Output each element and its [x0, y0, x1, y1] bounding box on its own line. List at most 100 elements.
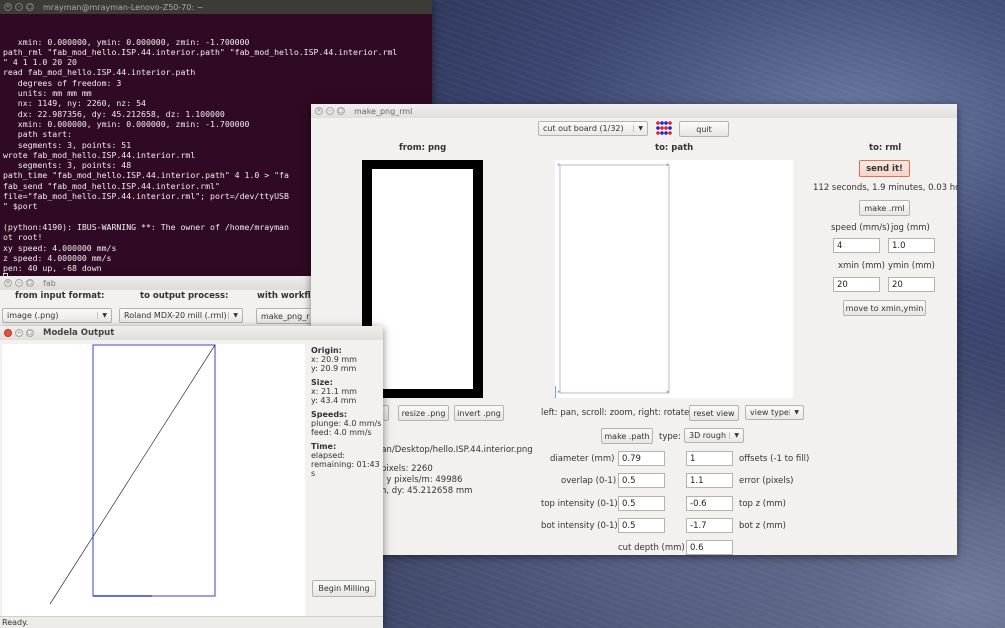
maximize-icon[interactable]: □ [26, 329, 34, 337]
speed-label: speed (mm/s) [831, 223, 890, 233]
png-file-path: man/Desktop/hello.ISP.44.interior.png [373, 445, 533, 455]
path-preview[interactable]: * * * * [554, 160, 793, 398]
svg-text:*: * [557, 162, 561, 170]
make-png-rml-window: × – □ make_png_rml cut out board (1/32) ▼… [311, 104, 957, 555]
close-icon[interactable]: × [315, 107, 323, 115]
reset-view-button[interactable]: reset view [689, 405, 739, 421]
maximize-icon[interactable]: □ [26, 279, 34, 287]
begin-milling-button[interactable]: Begin Milling [312, 580, 376, 597]
svg-text:*: * [666, 389, 670, 397]
view-type-select[interactable]: view type ▼ [745, 405, 804, 420]
error-label: error (pixels) [739, 476, 794, 486]
terminal-line: path_rml "fab_mod_hello.ISP.44.interior.… [3, 46, 398, 57]
terminal-line: degrees of freedom: 3 [3, 77, 122, 88]
move-to-xmin-ymin-button[interactable]: move to xmin,ymin [843, 300, 926, 316]
speed-input[interactable]: 4 [833, 238, 880, 253]
modela-titlebar: – □ Modela Output [0, 326, 383, 340]
xmin-label: xmin (mm) [838, 261, 885, 271]
to-path-label: to: path [655, 143, 694, 153]
png-pixels-info: pixels: 2260 [381, 464, 433, 474]
offsets-input[interactable]: 1 [686, 451, 733, 466]
send-it-button[interactable]: send it! [859, 160, 910, 177]
quit-button[interactable]: quit [679, 121, 729, 137]
size-y: y: 43.4 mm [311, 396, 357, 405]
png-dims-info: n, dy: 45.212658 mm [381, 486, 473, 496]
origin-heading: Origin: [311, 346, 342, 355]
speeds-heading: Speeds: [311, 410, 348, 419]
minimize-icon[interactable]: – [15, 3, 23, 11]
status-bar: Ready. [0, 616, 383, 628]
top-intensity-input[interactable]: 0.5 [618, 496, 665, 511]
overlap-label: overlap (0-1) [561, 476, 617, 486]
origin-y: y: 20.9 mm [311, 364, 357, 373]
top-z-input[interactable]: -0.6 [686, 496, 733, 511]
overlap-input[interactable]: 0.5 [618, 473, 665, 488]
dropdown-arrow-icon: ▼ [97, 312, 107, 319]
dropdown-arrow-icon: ▼ [228, 312, 238, 319]
terminal-titlebar: × – □ mrayman@mrayman-Lenovo-Z50-70: ~ [0, 0, 432, 14]
resize-png-button[interactable]: resize .png [398, 405, 449, 421]
diameter-input[interactable]: 0.79 [618, 451, 665, 466]
invert-png-button[interactable]: invert .png [454, 405, 504, 421]
diameter-label: diameter (mm) [550, 454, 615, 464]
board-select-value: cut out board (1/32) [543, 124, 624, 133]
remaining-time: remaining: 01:43 s [311, 460, 380, 478]
path-type-select[interactable]: 3D rough ▼ [684, 428, 744, 443]
ymin-input[interactable]: 20 [888, 277, 935, 292]
bot-intensity-input[interactable]: 0.5 [618, 518, 665, 533]
mpr-title: make_png_rml [354, 106, 413, 116]
dropdown-arrow-icon: ▼ [729, 432, 739, 439]
from-png-label: from: png [399, 143, 447, 153]
terminal-line: xmin: 0.000000, ymin: 0.000000, zmin: -1… [3, 36, 250, 47]
xmin-input[interactable]: 20 [833, 277, 880, 292]
terminal-title: mrayman@mrayman-Lenovo-Z50-70: ~ [43, 2, 204, 12]
toolpath-canvas[interactable] [2, 344, 305, 622]
close-icon[interactable] [4, 329, 12, 337]
bot-intensity-label: bot intensity (0-1) [541, 521, 618, 531]
input-format-label: from input format: [15, 291, 105, 301]
jog-input[interactable]: 1.0 [888, 238, 935, 253]
offsets-label: offsets (-1 to fill) [739, 454, 810, 464]
top-intensity-label: top intensity (0-1) [541, 499, 618, 509]
input-format-select[interactable]: image (.png) ▼ [2, 308, 112, 323]
svg-text:*: * [666, 162, 670, 170]
minimize-icon[interactable]: – [15, 279, 23, 287]
dropdown-arrow-icon: ▼ [633, 125, 643, 132]
time-estimate: 112 seconds, 1.9 minutes, 0.03 hours [813, 183, 957, 193]
to-rml-label: to: rml [869, 143, 902, 153]
mpr-titlebar: × – □ make_png_rml [311, 104, 957, 118]
grid-dots-icon[interactable] [656, 121, 672, 135]
maximize-icon[interactable]: □ [26, 3, 34, 11]
minimize-icon[interactable]: – [326, 107, 334, 115]
make-path-button[interactable]: make .path [601, 428, 653, 444]
navigation-hint: left: pan, scroll: zoom, right: rotate [541, 408, 690, 418]
output-process-select[interactable]: Roland MDX-20 mill (.rml) ▼ [119, 308, 243, 323]
output-process-label: to output process: [140, 291, 229, 301]
size-heading: Size: [311, 378, 333, 387]
plunge-speed: plunge: 4.0 mm/s [311, 419, 382, 428]
bot-z-input[interactable]: -1.7 [686, 518, 733, 533]
fab-titlebar: × – □ fab [0, 276, 330, 290]
make-rml-button[interactable]: make .rml [859, 200, 910, 216]
cut-depth-input[interactable]: 0.6 [686, 540, 733, 555]
error-input[interactable]: 1.1 [686, 473, 733, 488]
dropdown-arrow-icon: ▼ [789, 409, 799, 416]
bot-z-label: bot z (mm) [739, 521, 786, 531]
maximize-icon[interactable]: □ [337, 107, 345, 115]
type-label: type: [659, 432, 681, 442]
close-icon[interactable]: × [4, 3, 12, 11]
load-png-button[interactable] [383, 405, 389, 421]
close-icon[interactable]: × [4, 279, 12, 287]
board-select[interactable]: cut out board (1/32) ▼ [538, 121, 648, 136]
modela-title: Modela Output [43, 328, 115, 338]
minimize-icon[interactable]: – [15, 329, 23, 337]
fab-title: fab [43, 278, 56, 288]
jog-label: jog (mm) [891, 223, 930, 233]
workflow-label: with workflo [257, 291, 317, 301]
time-heading: Time: [311, 442, 337, 451]
ymin-label: ymin (mm) [888, 261, 935, 271]
terminal-line: units: mm mm mm [3, 88, 92, 99]
milling-info-panel: Origin: x: 20.9 mm y: 20.9 mm Size: x: 2… [311, 346, 383, 478]
size-x: x: 21.1 mm [311, 387, 357, 396]
fab-window: × – □ fab from input format: to output p… [0, 276, 330, 328]
